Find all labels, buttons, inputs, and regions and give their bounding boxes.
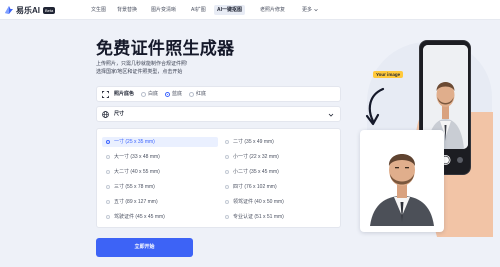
- nav-ai-cutout[interactable]: AI一键抠图: [214, 5, 246, 15]
- size-option-label: 大二寸 (40 x 55 mm): [114, 169, 160, 175]
- radio-icon: [106, 215, 110, 219]
- result-photo: [368, 136, 436, 226]
- size-option[interactable]: 领驾证件 (40 x 50 mm): [221, 197, 337, 207]
- size-option-label: 小二寸 (35 x 45 mm): [233, 169, 279, 175]
- size-option-label: 专业认证 (51 x 51 mm): [233, 214, 284, 220]
- size-option[interactable]: 小二寸 (35 x 45 mm): [221, 167, 337, 177]
- background-color-row: 照片底色 白底 蓝底 红底: [96, 86, 341, 102]
- radio-icon: [225, 215, 229, 219]
- chevron-down-icon: [328, 113, 334, 117]
- nav-ai-expand[interactable]: AI扩图: [188, 5, 209, 15]
- bg-option-white[interactable]: 白底: [141, 87, 158, 102]
- size-option[interactable]: 四寸 (76 x 102 mm): [221, 182, 337, 192]
- size-option-label: 驾驶证件 (45 x 45 mm): [114, 214, 165, 220]
- start-button[interactable]: 立即开始: [96, 238, 193, 257]
- size-option-label: 大一寸 (33 x 48 mm): [114, 154, 160, 160]
- intro-line-1: 上传照片，只需几秒就能制作合规证件照!: [96, 61, 188, 67]
- size-label: 尺寸: [114, 111, 125, 117]
- radio-checked-icon: [106, 140, 110, 144]
- radio-checked-icon: [165, 92, 170, 97]
- size-option[interactable]: 小一寸 (22 x 32 mm): [221, 152, 337, 162]
- size-option[interactable]: 大一寸 (33 x 48 mm): [102, 152, 218, 162]
- result-photo-card: [360, 130, 444, 232]
- hero-illustration: Your image: [355, 22, 500, 267]
- size-option-label: 五寸 (89 x 127 mm): [114, 199, 158, 205]
- size-option[interactable]: 驾驶证件 (45 x 45 mm): [102, 212, 218, 222]
- size-option[interactable]: 专业认证 (51 x 51 mm): [221, 212, 337, 222]
- nav-more[interactable]: 更多: [299, 5, 321, 15]
- radio-icon: [225, 170, 229, 174]
- size-option[interactable]: 一寸 (25 x 35 mm): [102, 137, 218, 147]
- nav-image-enhance[interactable]: 图片变清晰: [148, 5, 179, 15]
- top-navigation-bar: 易乐AI Beta 文生图 背景替换 图片变清晰 AI扩图 AI一键抠图 老照片…: [0, 0, 500, 20]
- radio-icon: [106, 170, 110, 174]
- nav-text-to-image[interactable]: 文生图: [88, 5, 109, 15]
- bg-option-red-label: 红底: [196, 91, 207, 97]
- bg-option-white-label: 白底: [148, 91, 159, 97]
- size-option[interactable]: 五寸 (89 x 127 mm): [102, 197, 218, 207]
- radio-icon: [106, 155, 110, 159]
- size-option-label: 四寸 (76 x 102 mm): [233, 184, 277, 190]
- background-color-label: 照片底色: [114, 91, 135, 97]
- radio-icon: [225, 200, 229, 204]
- your-image-tag: Your image: [373, 71, 404, 78]
- curved-arrow-icon: [365, 87, 385, 126]
- radio-icon: [106, 185, 110, 189]
- radio-icon: [225, 185, 229, 189]
- size-dropdown[interactable]: 尺寸: [96, 106, 341, 122]
- size-option[interactable]: 二寸 (35 x 49 mm): [221, 137, 337, 147]
- intro-line-2: 选择国家/地区和证件照类型，点击开始: [96, 69, 183, 75]
- crop-frame-icon: [102, 91, 109, 98]
- radio-icon: [189, 92, 194, 97]
- size-option-label: 一寸 (25 x 35 mm): [114, 139, 155, 145]
- nav-photo-restore[interactable]: 老照片修复: [257, 5, 288, 15]
- radio-icon: [141, 92, 146, 97]
- size-option-label: 三寸 (55 x 78 mm): [114, 184, 155, 190]
- nav-more-label: 更多: [302, 7, 313, 13]
- main-nav: 文生图 背景替换 图片变清晰 AI扩图 AI一键抠图 老照片修复 更多: [0, 5, 500, 15]
- size-options-panel: 一寸 (25 x 35 mm) 大一寸 (33 x 48 mm) 大二寸 (40…: [96, 128, 341, 228]
- id-photo-image: [368, 136, 436, 226]
- globe-icon: [102, 111, 109, 118]
- radio-icon: [225, 140, 229, 144]
- radio-icon: [225, 155, 229, 159]
- size-option[interactable]: 大二寸 (40 x 55 mm): [102, 167, 218, 177]
- page-title: 免费证件照生成器: [96, 39, 235, 58]
- bg-option-red[interactable]: 红底: [189, 87, 206, 102]
- size-option[interactable]: 三寸 (55 x 78 mm): [102, 182, 218, 192]
- bg-option-blue-label: 蓝底: [172, 91, 183, 97]
- chevron-down-icon: [314, 8, 319, 11]
- intro-text: 上传照片，只需几秒就能制作合规证件照! 选择国家/地区和证件照类型，点击开始: [96, 60, 296, 76]
- size-option-label: 领驾证件 (40 x 50 mm): [233, 199, 284, 205]
- nav-background-replace[interactable]: 背景替换: [114, 5, 140, 15]
- size-option-label: 二寸 (35 x 49 mm): [233, 139, 274, 145]
- radio-icon: [106, 200, 110, 204]
- size-option-label: 小一寸 (22 x 32 mm): [233, 154, 279, 160]
- bg-option-blue[interactable]: 蓝底: [165, 87, 182, 102]
